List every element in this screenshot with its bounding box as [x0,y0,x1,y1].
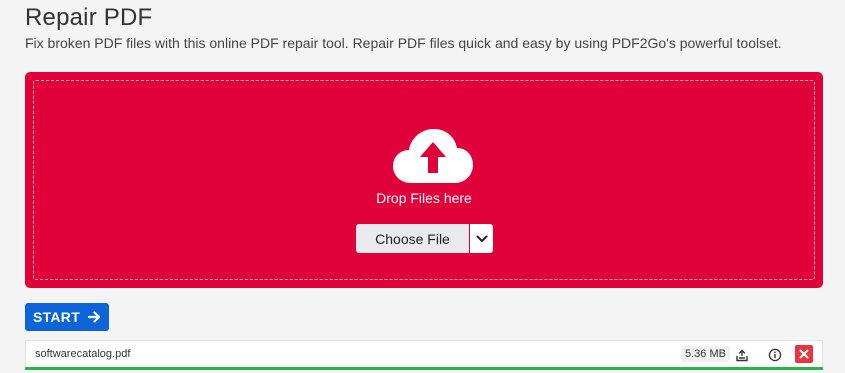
cloud-upload-icon [393,129,473,183]
start-button[interactable]: START [25,303,109,331]
choose-file-button[interactable]: Choose File [356,224,469,253]
page-title: Repair PDF [25,4,153,31]
file-dropzone[interactable]: Drop Files here Choose File [25,72,823,288]
chevron-down-icon [476,235,487,242]
start-label: START [32,309,81,325]
choose-file-group: Choose File [356,224,493,253]
upload-progress-bar [25,367,823,370]
arrow-right-icon [88,311,101,323]
info-icon[interactable] [766,346,784,364]
compress-icon[interactable] [733,346,751,364]
close-icon[interactable] [795,345,813,363]
drop-files-label: Drop Files here [376,190,472,206]
file-list-item: softwarecatalog.pdf 5.36 MB [25,340,823,368]
file-name: softwarecatalog.pdf [35,348,131,360]
page-subtitle: Fix broken PDF files with this online PD… [25,35,782,51]
dropzone-border: Drop Files here Choose File [33,80,815,280]
choose-file-dropdown-toggle[interactable] [470,224,493,253]
file-size-badge: 5.36 MB [681,346,730,362]
